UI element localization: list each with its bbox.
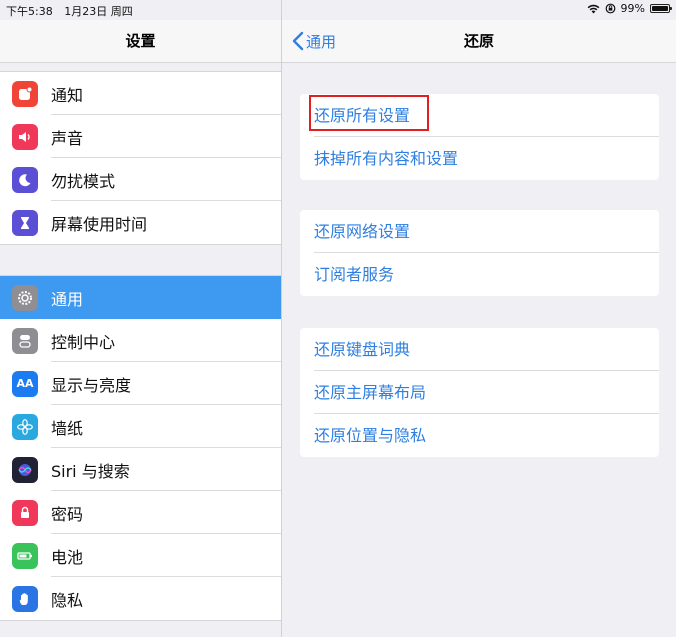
- orientation-lock-icon: [605, 3, 615, 14]
- sidebar-item-notifications[interactable]: 通知: [0, 72, 281, 115]
- sidebar-item-control-center[interactable]: 控制中心: [0, 319, 281, 362]
- page-title: 还原: [463, 32, 494, 50]
- back-button[interactable]: 通用: [292, 20, 336, 62]
- sidebar-item-sounds[interactable]: 声音: [0, 115, 281, 158]
- sidebar-item-wallpaper[interactable]: 墙纸: [0, 405, 281, 448]
- reset-group-2: 还原网络设置 订阅者服务: [300, 210, 659, 296]
- sidebar-item-privacy[interactable]: 隐私: [0, 577, 281, 620]
- sidebar-item-siri-search[interactable]: Siri 与搜索: [0, 448, 281, 491]
- sidebar-item-label: 通用: [51, 289, 84, 309]
- back-button-label: 通用: [306, 32, 337, 51]
- sidebar-item-screen-time[interactable]: 屏幕使用时间: [0, 201, 281, 244]
- sidebar-item-label: 勿扰模式: [51, 171, 116, 191]
- toggle-icon: [12, 327, 38, 354]
- sidebar-item-label: 墙纸: [51, 418, 84, 438]
- moon-icon: [12, 166, 38, 193]
- lock-icon: [12, 499, 38, 526]
- siri-icon: [12, 456, 38, 483]
- sidebar-item-battery[interactable]: 电池: [0, 534, 281, 577]
- sidebar-item-label: 显示与亮度: [51, 375, 132, 395]
- status-bar: 下午5:38 1月23日 周四 99%: [0, 0, 676, 20]
- chevron-left-icon: [292, 31, 304, 51]
- gear-icon: [12, 284, 38, 311]
- hand-icon: [12, 585, 38, 612]
- reset-pane: 通用 还原 还原所有设置 抹掉所有内容和设置 还原网络设置 订阅者服务 还原键盘…: [282, 0, 676, 637]
- sidebar-item-label: 声音: [51, 128, 84, 148]
- sidebar-item-label: 电池: [51, 547, 84, 567]
- display-icon: AA: [12, 370, 38, 397]
- battery-icon: [12, 542, 38, 569]
- detail-nav-bar: 通用 还原: [282, 20, 676, 63]
- reset-group-1: 还原所有设置 抹掉所有内容和设置: [300, 94, 659, 180]
- sidebar-item-label: Siri 与搜索: [51, 461, 130, 481]
- wifi-icon: [587, 4, 599, 13]
- notification-icon: [12, 80, 38, 107]
- sidebar-item-label: 密码: [51, 504, 84, 524]
- battery-percent: 99%: [620, 2, 645, 15]
- sidebar-item-display-brightness[interactable]: AA 显示与亮度: [0, 362, 281, 405]
- reset-home-screen-layout-button[interactable]: 还原主屏幕布局: [300, 371, 659, 414]
- subscriber-services-button[interactable]: 订阅者服务: [300, 253, 659, 296]
- sidebar-item-general[interactable]: 通用: [0, 276, 281, 319]
- sidebar-item-label: 通知: [51, 85, 84, 105]
- reset-all-settings-button[interactable]: 还原所有设置: [300, 94, 659, 137]
- erase-all-content-button[interactable]: 抹掉所有内容和设置: [300, 137, 659, 180]
- reset-location-privacy-button[interactable]: 还原位置与隐私: [300, 414, 659, 457]
- sidebar-item-do-not-disturb[interactable]: 勿扰模式: [0, 158, 281, 201]
- sidebar-item-label: 隐私: [51, 590, 84, 610]
- reset-keyboard-dictionary-button[interactable]: 还原键盘词典: [300, 328, 659, 371]
- flower-icon: [12, 413, 38, 440]
- sidebar-item-label: 屏幕使用时间: [51, 214, 148, 234]
- reset-network-settings-button[interactable]: 还原网络设置: [300, 210, 659, 253]
- status-date: 1月23日 周四: [64, 5, 133, 18]
- speaker-icon: [12, 123, 38, 150]
- status-time: 下午5:38: [6, 5, 53, 18]
- sidebar-group-2: 通用 控制中心 AA 显示与亮度 墙纸 Siri 与搜索 密码 电池 隐私: [0, 275, 281, 621]
- hourglass-icon: [12, 209, 38, 236]
- settings-sidebar: 设置 通知 声音 勿扰模式 屏幕使用时间 通用 控制中心 AA 显示与亮度 墙纸…: [0, 0, 282, 637]
- battery-indicator-icon: [650, 4, 672, 13]
- sidebar-title: 设置: [0, 20, 281, 63]
- sidebar-item-passcode[interactable]: 密码: [0, 491, 281, 534]
- sidebar-group-1: 通知 声音 勿扰模式 屏幕使用时间: [0, 71, 281, 245]
- reset-group-3: 还原键盘词典 还原主屏幕布局 还原位置与隐私: [300, 328, 659, 457]
- sidebar-item-label: 控制中心: [51, 332, 116, 352]
